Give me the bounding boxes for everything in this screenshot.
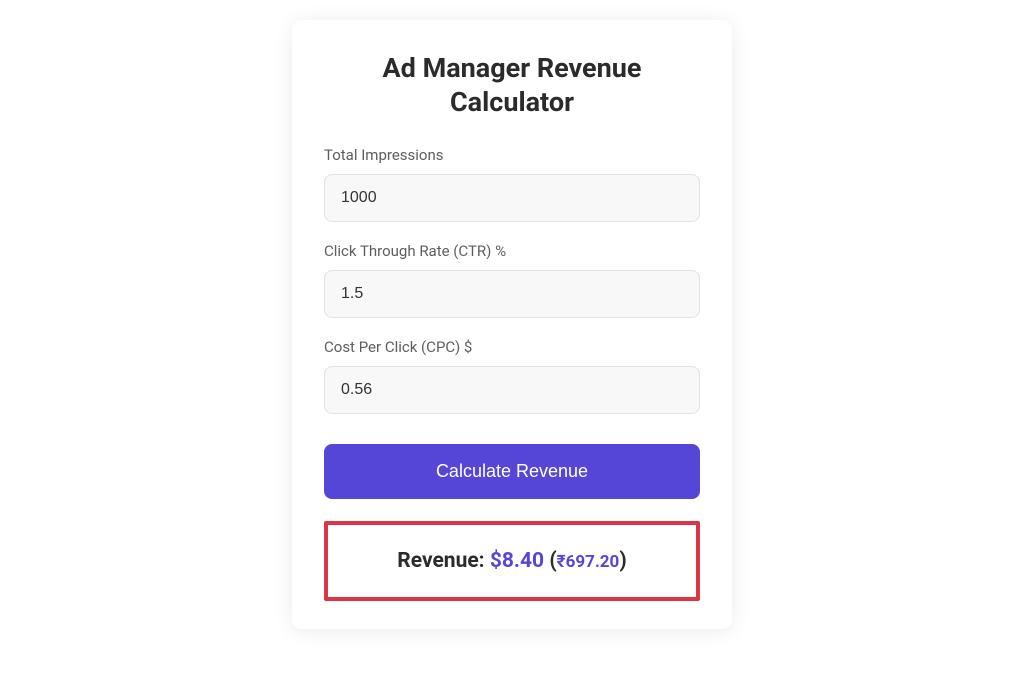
ctr-label: Click Through Rate (CTR) %	[324, 242, 700, 260]
result-label: Revenue:	[397, 549, 490, 573]
page-title: Ad Manager Revenue Calculator	[324, 52, 700, 120]
calculate-button[interactable]: Calculate Revenue	[324, 444, 700, 499]
cpc-label: Cost Per Click (CPC) $	[324, 338, 700, 356]
cpc-field-group: Cost Per Click (CPC) $	[324, 338, 700, 414]
result-inr-value: ₹697.20	[557, 552, 620, 572]
ctr-input[interactable]	[324, 270, 700, 318]
result-usd-value: $8.40	[490, 549, 544, 573]
result-paren-close: )	[619, 549, 626, 573]
result-box: Revenue: $8.40 (₹697.20)	[324, 521, 700, 601]
ctr-field-group: Click Through Rate (CTR) %	[324, 242, 700, 318]
impressions-input[interactable]	[324, 174, 700, 222]
calculator-card: Ad Manager Revenue Calculator Total Impr…	[292, 20, 732, 629]
impressions-field-group: Total Impressions	[324, 146, 700, 222]
cpc-input[interactable]	[324, 366, 700, 414]
result-paren-open: (	[544, 549, 557, 573]
impressions-label: Total Impressions	[324, 146, 700, 164]
